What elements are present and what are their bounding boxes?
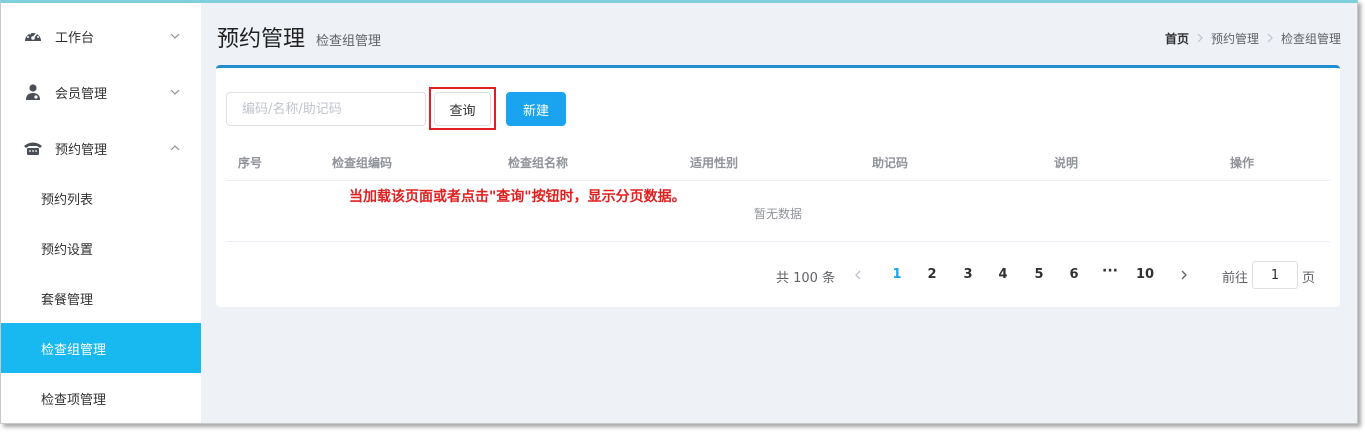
menu-item-label: 工作台 [55, 30, 95, 46]
prev-page-icon[interactable] [853, 269, 863, 281]
chevron-right-icon [1189, 32, 1211, 46]
phone-icon [23, 139, 43, 157]
goto-suffix: 页 [1302, 271, 1316, 286]
pagination: 共 100 条 1 2 3 4 5 6 ··· 10 前往 页 [216, 261, 1340, 289]
submenu-item-label: 检查组管理 [41, 342, 107, 358]
main-content: 预约管理 检查组管理 首页 预约管理 检查组管理 查询 新建 序号 检查组编码 … [201, 3, 1357, 423]
column-header-sex: 适用性别 [690, 156, 739, 170]
menu-item-label: 预约管理 [55, 142, 108, 158]
app-window: 工作台 会员管理 预约管理 预约列表 预约设置 套餐管理 检查组管理 检查项管理… [0, 0, 1358, 424]
breadcrumb-current: 检查组管理 [1280, 32, 1341, 46]
submenu-item-appointment-settings[interactable]: 预约设置 [1, 223, 201, 273]
page-number-last[interactable]: 10 [1131, 267, 1159, 282]
menu-item-appointment[interactable]: 预约管理 [1, 120, 201, 176]
table-empty-text: 暂无数据 [753, 207, 802, 221]
submenu-item-label: 检查项管理 [41, 392, 107, 408]
page-number[interactable]: 3 [954, 267, 982, 282]
chevron-right-icon [1259, 32, 1281, 46]
page-number[interactable]: 2 [918, 267, 946, 282]
user-icon [23, 83, 43, 101]
column-header-name: 检查组名称 [508, 156, 569, 170]
menu-item-workbench[interactable]: 工作台 [1, 8, 201, 64]
column-header-index: 序号 [238, 156, 263, 170]
submenu-item-checkgroup[interactable]: 检查组管理 [1, 323, 201, 373]
menu-item-members[interactable]: 会员管理 [1, 64, 201, 120]
page-ellipsis[interactable]: ··· [1096, 263, 1124, 279]
page-number[interactable]: 6 [1060, 267, 1088, 282]
breadcrumb-item[interactable]: 预约管理 [1211, 30, 1259, 47]
page-number[interactable]: 5 [1025, 267, 1053, 282]
breadcrumb: 首页 预约管理 检查组管理 [1165, 30, 1341, 47]
page-subtitle: 检查组管理 [316, 34, 382, 49]
sidebar: 工作台 会员管理 预约管理 预约列表 预约设置 套餐管理 检查组管理 检查项管理 [1, 3, 201, 423]
chevron-down-icon [169, 86, 181, 98]
goto-page-input[interactable] [1252, 261, 1298, 289]
page-title: 预约管理 [217, 27, 306, 52]
submenu-item-label: 套餐管理 [41, 292, 94, 308]
page-number[interactable]: 4 [989, 267, 1017, 282]
column-header-helpcode: 助记码 [872, 156, 909, 170]
new-button[interactable]: 新建 [506, 92, 566, 126]
page-number[interactable]: 1 [883, 267, 911, 282]
column-header-actions: 操作 [1230, 156, 1255, 170]
content-card: 查询 新建 序号 检查组编码 检查组名称 适用性别 助记码 说明 操作 当加载该… [216, 65, 1340, 307]
table-header: 序号 检查组编码 检查组名称 适用性别 助记码 说明 操作 [226, 144, 1330, 181]
annotation-text: 当加载该页面或者点击"查询"按钮时，显示分页数据。 [349, 189, 686, 205]
table-divider [226, 241, 1330, 242]
goto-label: 前往 [1222, 271, 1249, 286]
column-header-code: 检查组编码 [332, 156, 393, 170]
submenu-item-appointment-list[interactable]: 预约列表 [1, 173, 201, 223]
submenu-item-label: 预约设置 [41, 242, 94, 258]
next-page-icon[interactable] [1179, 269, 1189, 281]
chevron-down-icon [169, 30, 181, 42]
chevron-up-icon [169, 142, 181, 154]
submenu-item-checkitem[interactable]: 检查项管理 [1, 373, 201, 423]
query-button[interactable]: 查询 [434, 92, 491, 126]
dashboard-icon [23, 27, 43, 45]
search-input[interactable] [226, 92, 426, 126]
submenu-item-package[interactable]: 套餐管理 [1, 273, 201, 323]
column-header-remark: 说明 [1054, 156, 1079, 170]
pagination-total: 共 100 条 [776, 271, 836, 286]
menu-item-label: 会员管理 [55, 86, 108, 102]
breadcrumb-home[interactable]: 首页 [1165, 30, 1189, 47]
submenu-item-label: 预约列表 [41, 192, 94, 208]
